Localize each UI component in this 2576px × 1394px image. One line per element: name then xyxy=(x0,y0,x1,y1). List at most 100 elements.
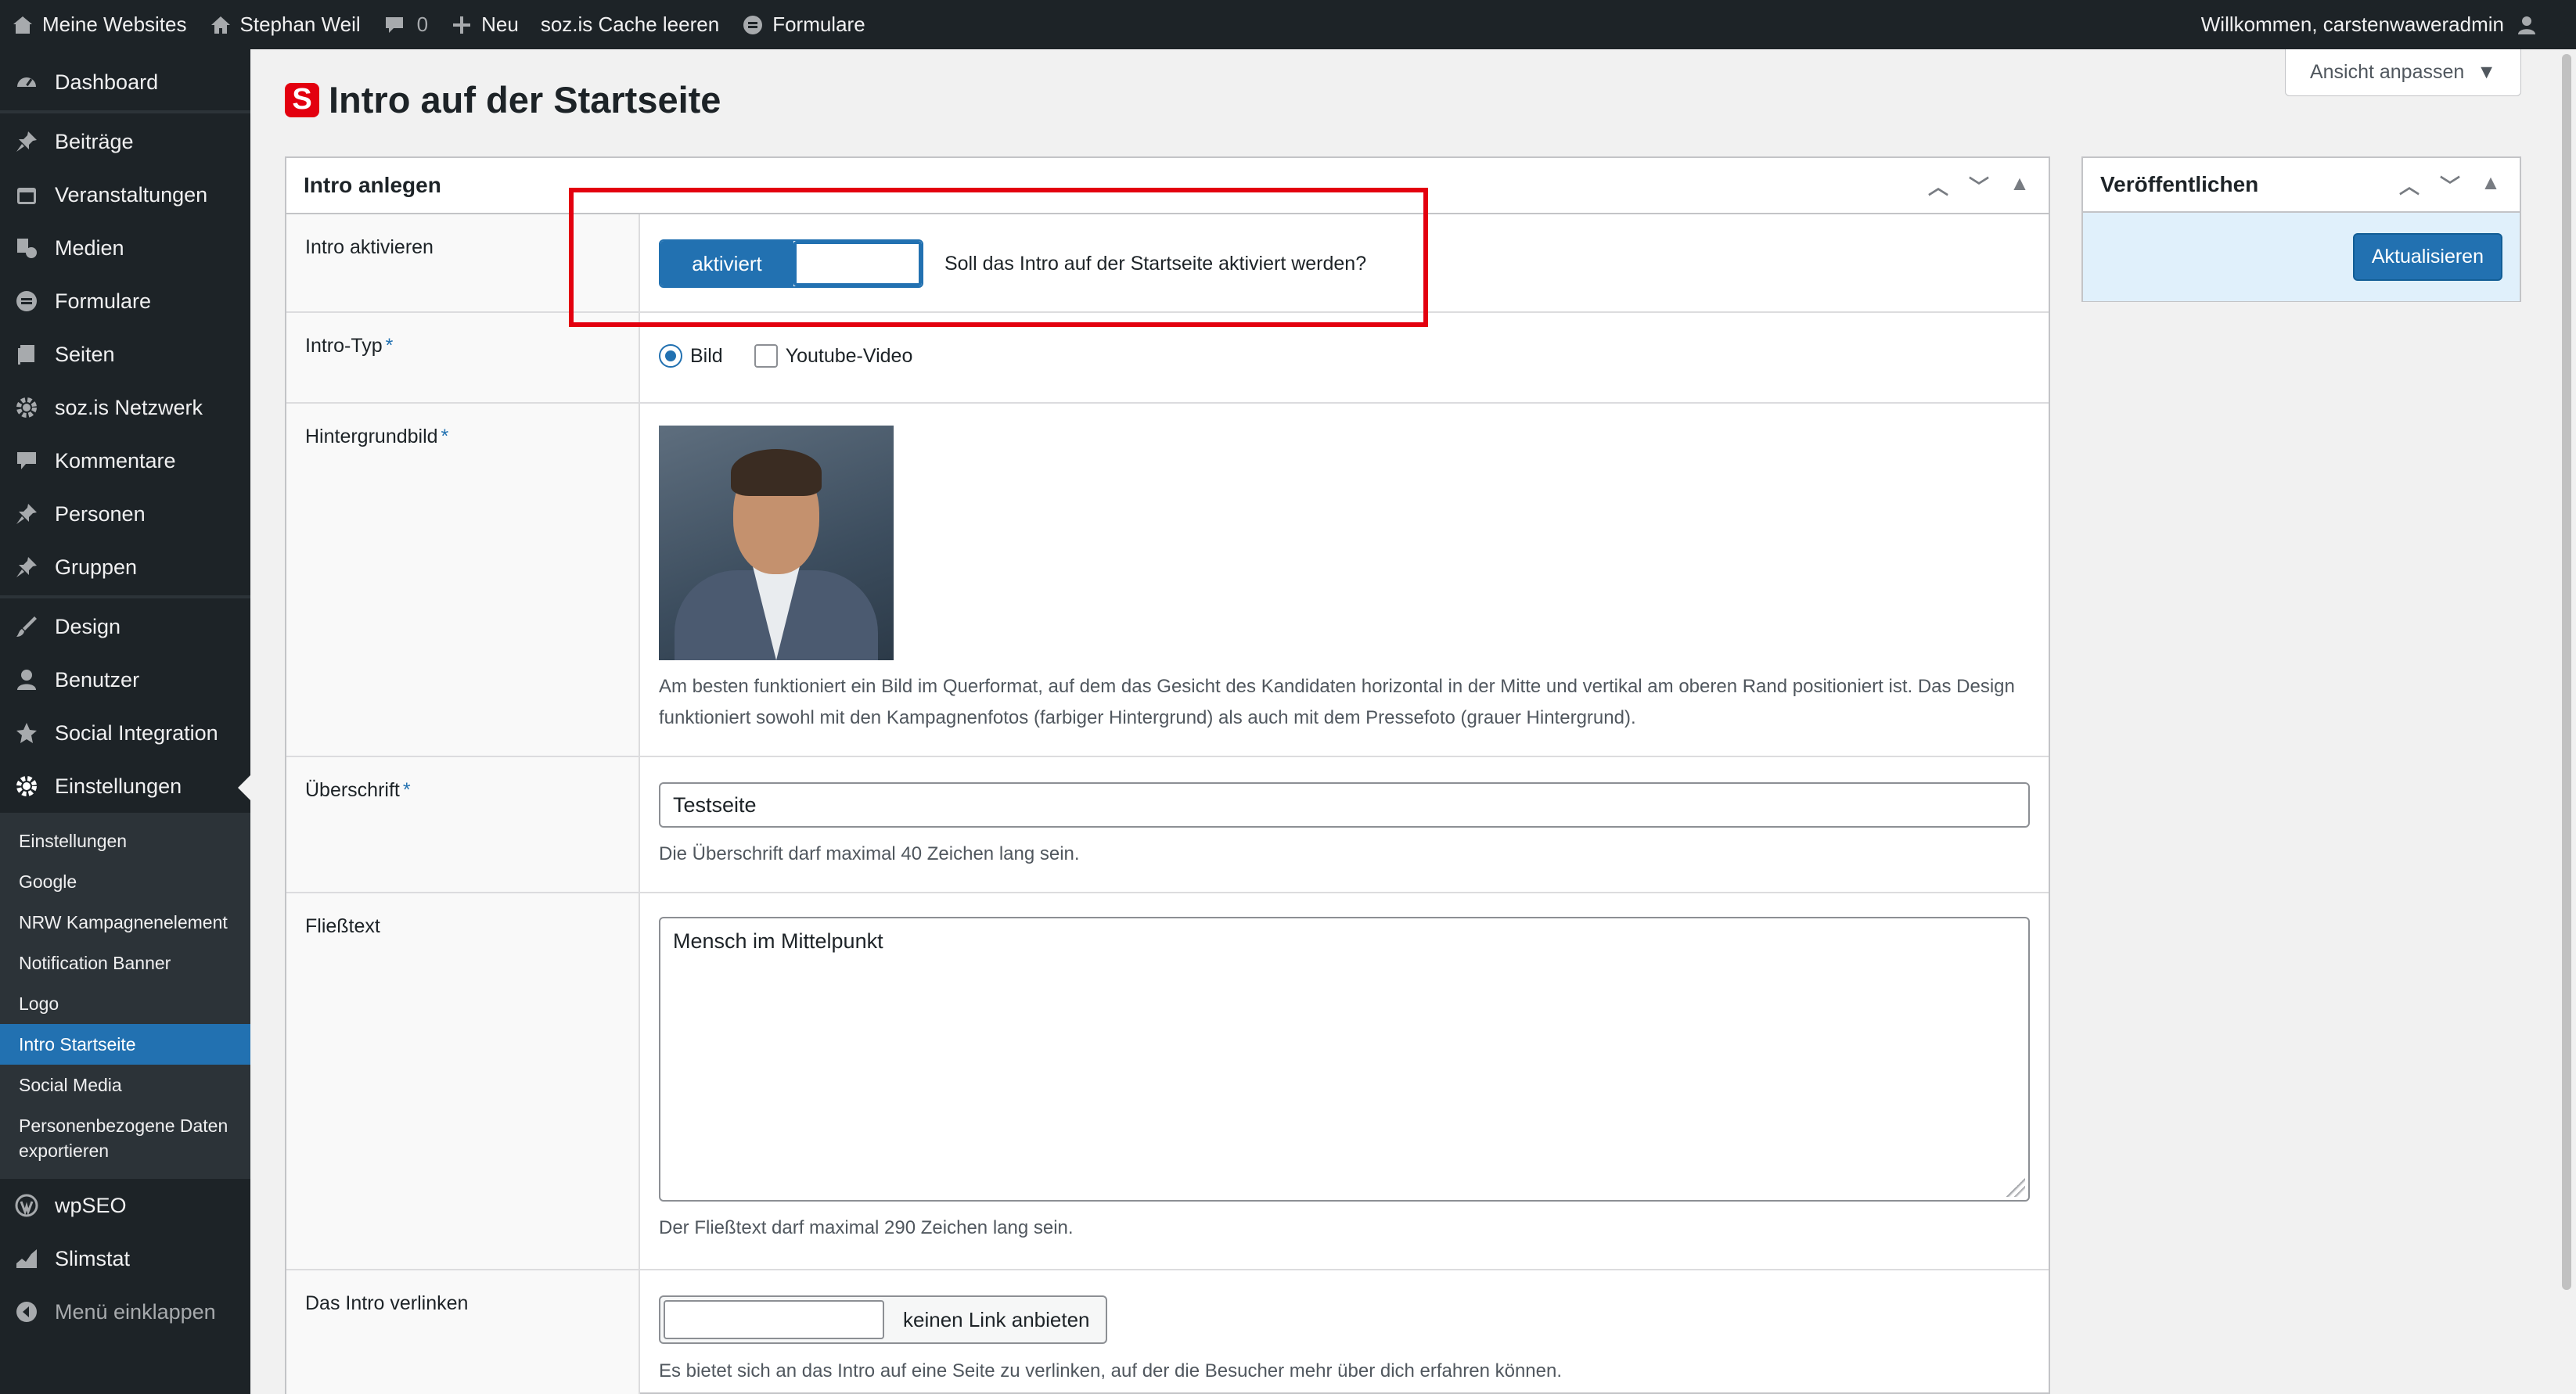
heading-input[interactable]: Testseite xyxy=(659,782,2030,828)
submenu-export-personal-data[interactable]: Personenbezogene Daten exportieren xyxy=(0,1105,250,1171)
site-name-label: Stephan Weil xyxy=(239,13,361,36)
menu-users[interactable]: Benutzer xyxy=(0,653,250,706)
forms-icon xyxy=(741,13,765,37)
menu-label: wpSEO xyxy=(55,1193,127,1217)
calendar-icon xyxy=(13,181,41,209)
submenu-google[interactable]: Google xyxy=(0,861,250,902)
move-up-icon[interactable]: ︿ xyxy=(1927,171,1950,200)
menu-events[interactable]: Veranstaltungen xyxy=(0,168,250,221)
forms-menu[interactable]: Formulare xyxy=(730,0,876,49)
collapse-menu-button[interactable]: Menü einklappen xyxy=(0,1285,250,1338)
menu-label: Veranstaltungen xyxy=(55,182,208,207)
menu-dashboard[interactable]: Dashboard xyxy=(0,56,250,109)
link-control: keinen Link anbieten xyxy=(659,1295,1107,1344)
submenu-logo[interactable]: Logo xyxy=(0,983,250,1024)
radio-button[interactable] xyxy=(659,344,682,368)
radio-option-bild[interactable]: Bild xyxy=(659,344,723,368)
move-down-icon[interactable]: ﹀ xyxy=(2438,171,2462,199)
menu-wpseo[interactable]: wpSEO xyxy=(0,1179,250,1232)
forms-icon xyxy=(13,287,41,315)
pin-icon xyxy=(13,500,41,528)
move-up-icon[interactable]: ︿ xyxy=(2398,171,2421,199)
submenu-social-media[interactable]: Social Media xyxy=(0,1065,250,1105)
comments-menu[interactable]: 0 xyxy=(372,0,439,49)
postbox-header: Veröffentlichen ︿ ﹀ ▲ xyxy=(2083,158,2520,213)
cache-clear-link[interactable]: soz.is Cache leeren xyxy=(530,0,730,49)
media-icon xyxy=(13,234,41,262)
site-name-menu[interactable]: Stephan Weil xyxy=(198,0,372,49)
checkbox-label: Youtube-Video xyxy=(785,344,913,367)
brush-icon xyxy=(13,613,41,641)
menu-forms[interactable]: Formulare xyxy=(0,275,250,328)
menu-social-integration[interactable]: Social Integration xyxy=(0,706,250,760)
menu-label: Gruppen xyxy=(55,555,138,579)
admin-bar: Meine Websites Stephan Weil 0 Neu soz.is… xyxy=(0,0,2576,49)
field-intro-link: Das Intro verlinken keinen Link anbieten… xyxy=(286,1270,2049,1394)
page-scrollbar[interactable] xyxy=(2557,49,2576,1394)
submenu-notification-banner[interactable]: Notification Banner xyxy=(0,943,250,983)
checkbox-option-youtube[interactable]: Youtube-Video xyxy=(754,344,913,368)
link-input[interactable] xyxy=(664,1300,884,1339)
field-description: Am besten funktioniert ein Bild im Querf… xyxy=(659,676,2015,728)
menu-network[interactable]: soz.is Netzwerk xyxy=(0,381,250,434)
menu-posts[interactable]: Beiträge xyxy=(0,115,250,168)
submenu-nrw-campaign[interactable]: NRW Kampagnenelement xyxy=(0,902,250,943)
activate-toggle[interactable]: aktiviert xyxy=(659,239,923,288)
field-intro-activate: Intro aktivieren aktiviert Soll das Intr… xyxy=(286,214,2049,313)
menu-comments[interactable]: Kommentare xyxy=(0,434,250,487)
page-title-text: Intro auf der Startseite xyxy=(329,79,721,120)
menu-separator xyxy=(0,110,250,113)
admin-sidebar: Dashboard Beiträge Veranstaltungen Medie… xyxy=(0,49,250,1394)
screen-options-toggle[interactable]: Ansicht anpassen ▼ xyxy=(2285,49,2521,96)
submenu-intro-startseite[interactable]: Intro Startseite xyxy=(0,1024,250,1065)
cache-label: soz.is Cache leeren xyxy=(540,13,720,36)
field-label-text: Überschrift xyxy=(305,779,400,801)
menu-label: Einstellungen xyxy=(55,774,182,798)
no-link-button[interactable]: keinen Link anbieten xyxy=(887,1297,1106,1342)
account-menu[interactable]: Willkommen, carstenwaweradmin xyxy=(2201,0,2538,49)
pin-icon xyxy=(13,553,41,581)
toggle-panel-icon[interactable]: ▲ xyxy=(2479,171,2502,199)
menu-label: Slimstat xyxy=(55,1246,131,1270)
menu-media[interactable]: Medien xyxy=(0,221,250,275)
avatar-icon xyxy=(2515,13,2538,37)
checkbox[interactable] xyxy=(754,344,778,368)
menu-slimstat[interactable]: Slimstat xyxy=(0,1232,250,1285)
menu-groups[interactable]: Gruppen xyxy=(0,541,250,594)
forms-label: Formulare xyxy=(772,13,865,36)
required-marker: * xyxy=(441,426,449,447)
menu-settings[interactable]: Einstellungen xyxy=(0,760,250,813)
field-body-text: Fließtext Mensch im Mittelpunkt Der Flie… xyxy=(286,893,2049,1270)
welcome-text: Willkommen, carstenwaweradmin xyxy=(2200,13,2504,36)
toggle-on-label: aktiviert xyxy=(660,241,793,286)
field-description: Der Fließtext darf maximal 290 Zeichen l… xyxy=(659,1217,1074,1238)
textarea-value: Mensch im Mittelpunkt xyxy=(673,929,883,953)
field-label: Fließtext xyxy=(286,893,640,1269)
menu-design[interactable]: Design xyxy=(0,600,250,653)
menu-persons[interactable]: Personen xyxy=(0,487,250,541)
field-label: Intro-Typ * xyxy=(286,313,640,402)
move-down-icon[interactable]: ﹀ xyxy=(1967,171,1991,200)
field-label-text: Intro-Typ xyxy=(305,335,383,357)
gear-icon xyxy=(13,772,41,800)
field-label: Überschrift * xyxy=(286,757,640,892)
menu-pages[interactable]: Seiten xyxy=(0,328,250,381)
toggle-panel-icon[interactable]: ▲ xyxy=(2008,171,2031,200)
menu-label: Design xyxy=(55,614,121,638)
star-icon xyxy=(13,719,41,747)
home-icon xyxy=(209,13,232,37)
scroll-thumb[interactable] xyxy=(2562,54,2571,1290)
body-textarea[interactable]: Mensch im Mittelpunkt xyxy=(659,917,2030,1202)
brand-logo: S xyxy=(285,82,319,117)
publish-actions: Aktualisieren xyxy=(2083,213,2520,301)
new-content-menu[interactable]: Neu xyxy=(439,0,530,49)
settings-submenu: Einstellungen Google NRW Kampagnenelemen… xyxy=(0,813,250,1179)
background-image-preview[interactable] xyxy=(659,426,894,660)
update-button[interactable]: Aktualisieren xyxy=(2352,233,2502,281)
screen-options-label: Ansicht anpassen xyxy=(2309,61,2465,83)
resize-handle-icon[interactable] xyxy=(2006,1178,2025,1197)
my-sites-menu[interactable]: Meine Websites xyxy=(0,0,198,49)
plus-icon xyxy=(450,13,473,37)
field-label: Das Intro verlinken xyxy=(286,1270,640,1394)
submenu-settings[interactable]: Einstellungen xyxy=(0,821,250,861)
